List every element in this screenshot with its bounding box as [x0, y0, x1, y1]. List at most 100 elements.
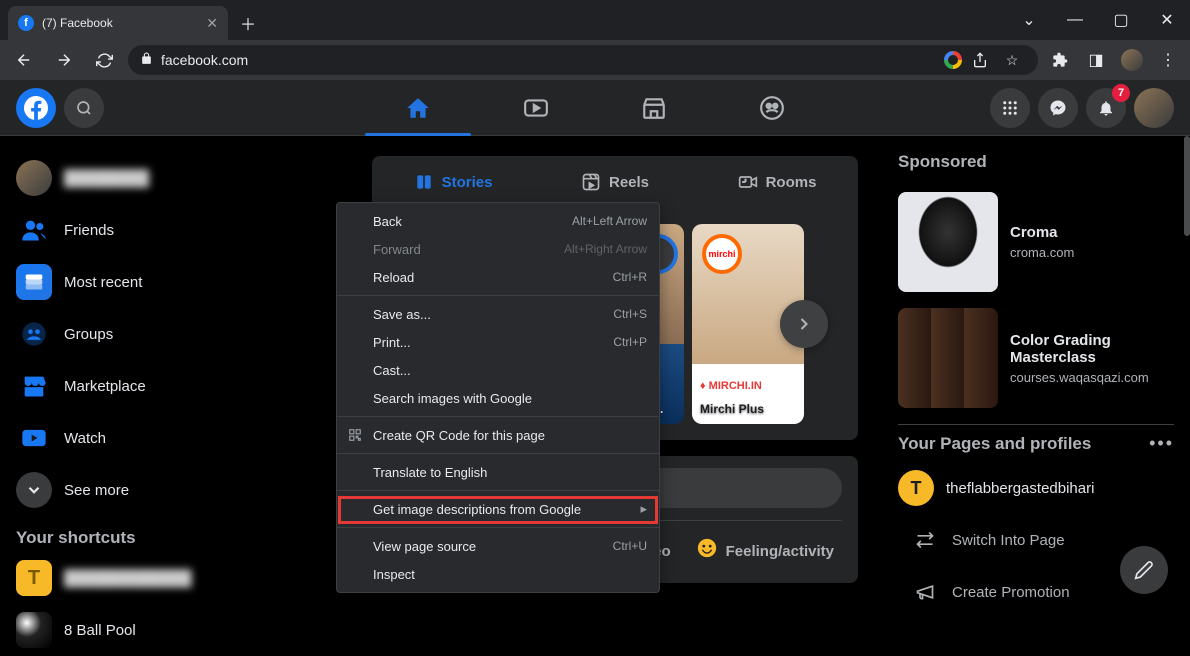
- more-options-icon[interactable]: •••: [1149, 433, 1174, 454]
- ctx-forward: Forward Alt+Right Arrow: [337, 235, 659, 263]
- ctx-label: Inspect: [373, 567, 415, 582]
- account-avatar[interactable]: [1134, 88, 1174, 128]
- bookmark-icon[interactable]: ☆: [998, 46, 1026, 74]
- sponsor-item[interactable]: Color Grading Masterclass courses.waqasq…: [890, 300, 1182, 416]
- stories-tabs: Stories Reels Rooms: [372, 156, 858, 208]
- divider: [337, 527, 659, 528]
- shortcuts-heading: Your shortcuts: [8, 516, 332, 552]
- switch-icon: [910, 522, 940, 558]
- profile-icon[interactable]: [1118, 46, 1146, 74]
- close-window-icon[interactable]: ✕: [1144, 4, 1190, 36]
- qr-icon: [345, 428, 365, 442]
- marketplace-icon: [16, 368, 52, 404]
- megaphone-icon: [910, 574, 940, 610]
- sidebar-label: Most recent: [64, 274, 142, 291]
- sponsor-image: [898, 308, 998, 408]
- sponsor-item[interactable]: Croma croma.com: [890, 184, 1182, 300]
- ctx-label: Search images with Google: [373, 391, 532, 406]
- feeling-activity-button[interactable]: Feeling/activity: [688, 529, 842, 573]
- mirchi-logo: ♦ MIRCHI.IN: [700, 380, 762, 392]
- ctx-label: Save as...: [373, 307, 431, 322]
- shortcut-label-blurred: ████████████: [64, 570, 192, 587]
- divider: [337, 416, 659, 417]
- nav-marketplace[interactable]: [599, 80, 709, 136]
- lock-icon: [140, 52, 153, 68]
- sponsor-label: Croma: [1010, 224, 1074, 241]
- right-sidebar: Sponsored Croma croma.com Color Grading …: [890, 136, 1190, 614]
- tab-reels[interactable]: Reels: [534, 156, 696, 208]
- facebook-header: 7: [0, 80, 1190, 136]
- ctx-inspect[interactable]: Inspect: [337, 560, 659, 588]
- watch-icon: [16, 420, 52, 456]
- ctx-reload[interactable]: Reload Ctrl+R: [337, 263, 659, 291]
- shortcut-item-2[interactable]: 8 Ball Pool: [8, 604, 332, 656]
- ctx-image-descriptions[interactable]: Get image descriptions from Google ▸: [337, 495, 659, 523]
- shortcut-item-1[interactable]: T ████████████: [8, 552, 332, 604]
- ctx-translate[interactable]: Translate to English: [337, 458, 659, 486]
- shortcut-label: 8 Ball Pool: [64, 622, 136, 639]
- ctx-print[interactable]: Print... Ctrl+P: [337, 328, 659, 356]
- close-tab-icon[interactable]: ✕: [206, 15, 218, 32]
- tab-title: (7) Facebook: [42, 16, 113, 30]
- facebook-search-button[interactable]: [64, 88, 104, 128]
- chevron-down-icon[interactable]: ⌄: [1006, 4, 1052, 36]
- ctx-search-images[interactable]: Search images with Google: [337, 384, 659, 412]
- sidebar-marketplace[interactable]: Marketplace: [8, 360, 332, 412]
- tab-rooms[interactable]: Rooms: [696, 156, 858, 208]
- nav-watch[interactable]: [481, 80, 591, 136]
- nav-groups[interactable]: [717, 80, 827, 136]
- share-icon[interactable]: [966, 46, 994, 74]
- menu-grid-icon[interactable]: [990, 88, 1030, 128]
- user-avatar-icon: [16, 160, 52, 196]
- divider: [337, 295, 659, 296]
- ctx-cast[interactable]: Cast...: [337, 356, 659, 384]
- ctx-back[interactable]: Back Alt+Left Arrow: [337, 207, 659, 235]
- ctx-label: View page source: [373, 539, 476, 554]
- sidebar-see-more[interactable]: See more: [8, 464, 332, 516]
- page-item[interactable]: T theflabbergastedbihari: [890, 462, 1182, 514]
- browser-tab[interactable]: f (7) Facebook ✕: [8, 6, 228, 40]
- friends-icon: [16, 212, 52, 248]
- ctx-label: Forward: [373, 242, 421, 257]
- ctx-label: Print...: [373, 335, 411, 350]
- sidebar-groups[interactable]: Groups: [8, 308, 332, 360]
- reload-button[interactable]: [88, 44, 120, 76]
- side-panel-icon[interactable]: ◨: [1082, 46, 1110, 74]
- sidebar-most-recent[interactable]: Most recent: [8, 256, 332, 308]
- ctx-qr-code[interactable]: Create QR Code for this page: [337, 421, 659, 449]
- notifications-icon[interactable]: 7: [1086, 88, 1126, 128]
- facebook-logo[interactable]: [16, 88, 56, 128]
- new-tab-button[interactable]: ＋: [234, 9, 262, 37]
- sidebar-label: Watch: [64, 430, 106, 447]
- ctx-save-as[interactable]: Save as... Ctrl+S: [337, 300, 659, 328]
- nav-home[interactable]: [363, 80, 473, 136]
- shortcut-icon: T: [16, 560, 52, 596]
- kebab-menu-icon[interactable]: ⋮: [1154, 46, 1182, 74]
- page-name: theflabbergastedbihari: [946, 480, 1094, 497]
- 8ball-icon: [16, 612, 52, 648]
- ctx-view-page-source[interactable]: View page source Ctrl+U: [337, 532, 659, 560]
- sidebar-profile[interactable]: ████████: [8, 152, 332, 204]
- context-menu: Back Alt+Left Arrow Forward Alt+Right Ar…: [336, 202, 660, 593]
- sponsor-label: Color Grading Masterclass: [1010, 332, 1174, 366]
- tab-stories[interactable]: Stories: [372, 156, 534, 208]
- notification-badge: 7: [1112, 84, 1130, 102]
- page-scrollbar[interactable]: [1184, 136, 1190, 236]
- sidebar-watch[interactable]: Watch: [8, 412, 332, 464]
- divider: [337, 453, 659, 454]
- browser-titlebar: f (7) Facebook ✕ ＋ ⌄ — ▢ ✕: [0, 0, 1190, 40]
- minimize-icon[interactable]: —: [1052, 4, 1098, 36]
- messenger-icon[interactable]: [1038, 88, 1078, 128]
- back-button[interactable]: [8, 44, 40, 76]
- forward-button[interactable]: [48, 44, 80, 76]
- edit-fab[interactable]: [1120, 546, 1168, 594]
- stories-next-button[interactable]: [780, 300, 828, 348]
- chevron-down-icon: [16, 472, 52, 508]
- google-icon[interactable]: [944, 51, 962, 69]
- groups-icon: [16, 316, 52, 352]
- maximize-icon[interactable]: ▢: [1098, 4, 1144, 36]
- extensions-icon[interactable]: [1046, 46, 1074, 74]
- sidebar-friends[interactable]: Friends: [8, 204, 332, 256]
- center-nav: [363, 80, 827, 136]
- address-bar[interactable]: facebook.com ☆: [128, 45, 1038, 75]
